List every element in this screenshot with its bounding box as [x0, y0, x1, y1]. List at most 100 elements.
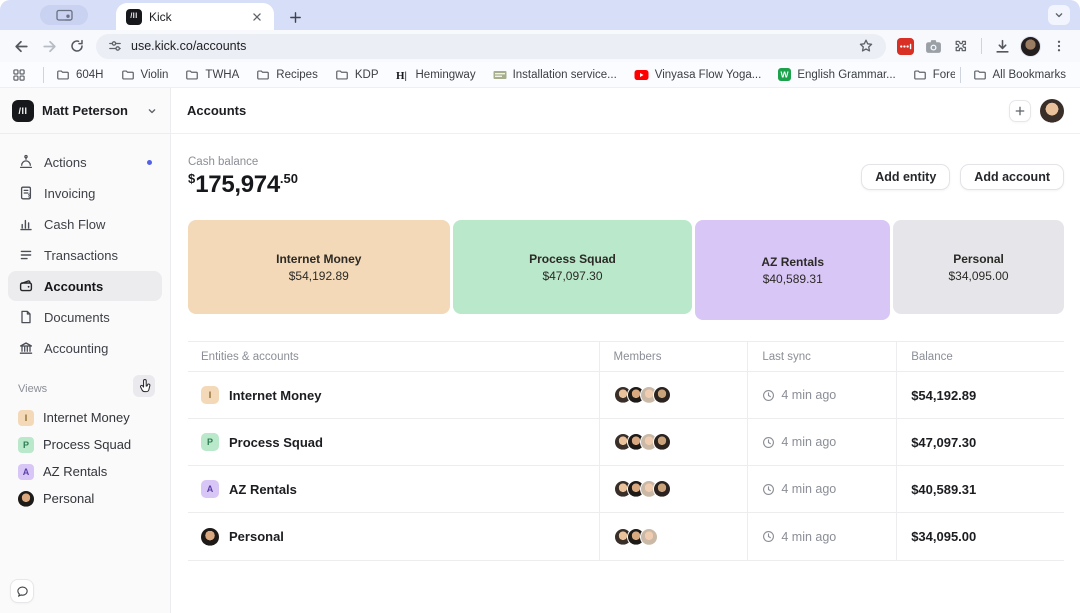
sidebar-item-documents[interactable]: Documents — [8, 302, 162, 332]
bookmark-label: Vinyasa Flow Yoga... — [655, 69, 762, 81]
w-badge-icon: W — [778, 68, 791, 81]
sidebar-item-label: Transactions — [44, 248, 118, 263]
add-account-button[interactable]: Add account — [960, 164, 1064, 190]
add-button[interactable] — [1009, 100, 1031, 122]
bookmark-item[interactable]: Installation service... — [493, 69, 617, 81]
view-item-personal[interactable]: Personal — [0, 485, 170, 512]
bookmarks-right: All Bookmarks — [955, 67, 1069, 83]
entity-block-process-squad[interactable]: Process Squad$47,097.30 — [453, 220, 693, 314]
add-entity-button[interactable]: Add entity — [861, 164, 950, 190]
transactions-icon — [18, 247, 34, 263]
entity-badge: I — [201, 386, 219, 404]
bookmark-item[interactable]: Recipes — [256, 68, 318, 82]
entity-block-personal[interactable]: Personal$34,095.00 — [893, 220, 1064, 314]
cashflow-icon — [18, 216, 34, 232]
extensions-button[interactable] — [948, 33, 974, 59]
last-sync-text: 4 min ago — [781, 435, 836, 449]
bookmark-item[interactable]: H|Hemingway — [396, 69, 476, 81]
view-item-internet-money[interactable]: IInternet Money — [0, 404, 170, 431]
sidebar-item-label: Cash Flow — [44, 217, 105, 232]
sidebar-item-invoicing[interactable]: $Invoicing — [8, 178, 162, 208]
balance-cell: $54,192.89 — [896, 372, 1064, 418]
bookmark-item[interactable]: Vinyasa Flow Yoga... — [634, 69, 762, 81]
entity-block-amount: $34,095.00 — [949, 269, 1009, 283]
site-settings-icon[interactable] — [108, 39, 122, 53]
help-chat-button[interactable] — [10, 579, 34, 603]
bookmark-item[interactable]: Violin — [121, 68, 169, 82]
member-avatar — [653, 480, 671, 498]
address-bar[interactable]: use.kick.co/accounts — [96, 34, 886, 59]
bookmark-label: 604H — [76, 69, 104, 81]
view-badge: I — [18, 410, 34, 426]
clock-icon — [762, 483, 775, 496]
reload-button[interactable] — [64, 33, 90, 59]
sidebar-item-label: Accounts — [44, 279, 103, 294]
members-cell — [599, 372, 748, 418]
view-item-az-rentals[interactable]: AAZ Rentals — [0, 458, 170, 485]
svg-text:W: W — [781, 70, 790, 80]
accounts-table: Entities & accounts Members Last sync Ba… — [188, 341, 1064, 561]
sidebar-item-cash-flow[interactable]: Cash Flow — [8, 209, 162, 239]
tab-search-button[interactable] — [40, 5, 88, 25]
bookmarks-bar: 604H Violin TWHA Recipes KDP H|Hemingway Insta… — [0, 62, 1080, 87]
bookmark-item[interactable]: KDP — [335, 68, 379, 82]
sidebar-item-label: Documents — [44, 310, 110, 325]
entity-block-az-rentals[interactable]: AZ Rentals$40,589.31 — [695, 220, 890, 320]
table-body: IInternet Money4 min ago$54,192.89PProce… — [188, 372, 1064, 560]
view-item-process-squad[interactable]: PProcess Squad — [0, 431, 170, 458]
chevron-down-icon — [146, 105, 158, 117]
entity-cell: PProcess Squad — [188, 419, 599, 465]
bookmark-item[interactable]: Foreclosed — [913, 68, 955, 82]
table-row-process-squad[interactable]: PProcess Squad4 min ago$47,097.30 — [188, 419, 1064, 466]
sidebar-item-accounting[interactable]: Accounting — [8, 333, 162, 363]
puzzle-icon — [953, 38, 969, 54]
close-tab-icon[interactable] — [250, 10, 264, 24]
youtube-icon — [634, 69, 649, 81]
bookmark-star-icon[interactable] — [858, 38, 874, 54]
forward-button[interactable] — [36, 33, 62, 59]
forward-icon — [41, 38, 58, 55]
browser-menu-button[interactable] — [1046, 33, 1072, 59]
entity-block-name: Internet Money — [276, 252, 361, 266]
new-tab-icon[interactable] — [288, 10, 303, 25]
bookmark-item[interactable]: WEnglish Grammar... — [778, 68, 895, 81]
entity-block-internet-money[interactable]: Internet Money $54,192.89 — [188, 220, 450, 314]
tab-kick[interactable]: /ll Kick — [116, 3, 274, 30]
view-badge: P — [18, 437, 34, 453]
table-row-az-rentals[interactable]: AAZ Rentals4 min ago$40,589.31 — [188, 466, 1064, 513]
last-sync-cell: 4 min ago — [747, 372, 896, 418]
member-avatar — [653, 433, 671, 451]
kick-favicon: /ll — [126, 9, 142, 25]
bookmark-label: KDP — [355, 69, 379, 81]
apps-grid-icon[interactable] — [12, 68, 26, 82]
col-last-sync: Last sync — [747, 342, 896, 371]
col-entities: Entities & accounts — [188, 342, 599, 371]
user-avatar[interactable] — [1040, 99, 1064, 123]
password-extension-button[interactable] — [892, 33, 918, 59]
accounts-content: Cash balance $175,974.50 Add entity Add … — [171, 134, 1080, 561]
folder-icon — [121, 68, 135, 82]
table-row-personal[interactable]: Personal4 min ago$34,095.00 — [188, 513, 1064, 560]
view-badge: A — [18, 464, 34, 480]
sidebar-item-actions[interactable]: Actions — [8, 147, 162, 177]
url-text[interactable]: use.kick.co/accounts — [131, 39, 849, 53]
entity-badge: P — [201, 433, 219, 451]
workspace-switcher[interactable]: /ll Matt Peterson — [0, 88, 170, 134]
sidebar-item-transactions[interactable]: Transactions — [8, 240, 162, 270]
bookmarks-divider-2 — [960, 67, 961, 83]
all-bookmarks-button[interactable]: All Bookmarks — [973, 68, 1067, 82]
bookmark-item[interactable]: 604H — [56, 68, 104, 82]
window-controls-chevron[interactable] — [1048, 5, 1070, 25]
download-icon — [994, 38, 1011, 55]
downloads-button[interactable] — [989, 33, 1015, 59]
entity-block-amount: $54,192.89 — [289, 269, 349, 283]
accounts-icon — [18, 278, 34, 294]
clock-icon — [762, 389, 775, 402]
screen-capture-button[interactable] — [920, 33, 946, 59]
folder-icon — [913, 68, 927, 82]
browser-profile-avatar[interactable] — [1020, 36, 1041, 57]
back-button[interactable] — [8, 33, 34, 59]
bookmark-item[interactable]: TWHA — [185, 68, 239, 82]
table-row-internet-money[interactable]: IInternet Money4 min ago$54,192.89 — [188, 372, 1064, 419]
sidebar-item-accounts[interactable]: Accounts — [8, 271, 162, 301]
